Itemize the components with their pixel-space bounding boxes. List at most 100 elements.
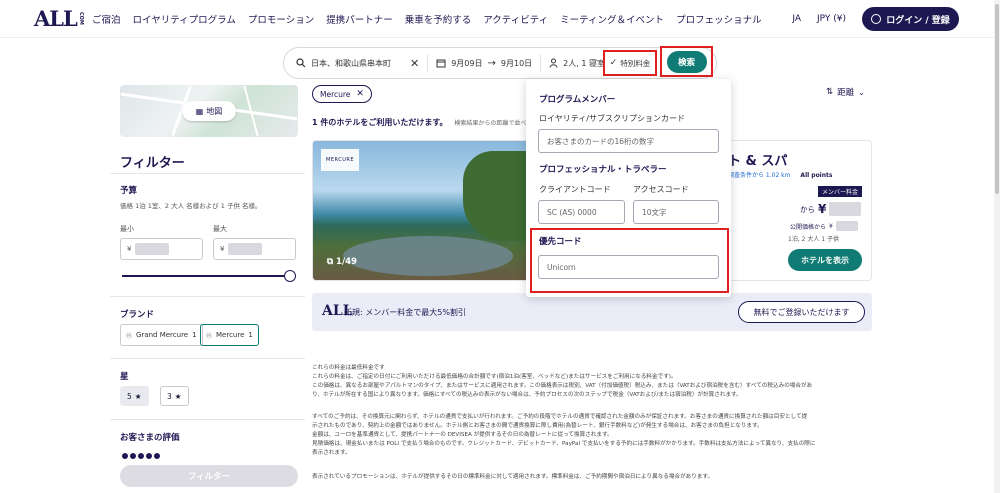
brand-chip-mercure[interactable]: Ⓜ Mercure 1 — [200, 324, 259, 346]
disclaimer-line: これらの料金は最低料金です — [312, 365, 385, 371]
brand-name: Grand Mercure — [136, 331, 189, 339]
promo-code-highlight — [530, 228, 729, 293]
all-logo[interactable]: ALL COM — [34, 6, 84, 31]
rating-dots[interactable] — [122, 453, 160, 459]
professional-traveler-title: プロフェッショナル・トラベラー — [539, 165, 667, 175]
photo-pool — [343, 236, 513, 276]
max-price-input[interactable]: ¥ — [213, 238, 296, 260]
hotel-photo[interactable]: MERCURE ⧉ 1/49 — [313, 141, 527, 280]
photo-count: 1/49 — [336, 257, 357, 267]
nav-item-activities[interactable]: アクティビティ — [483, 12, 548, 26]
map-icon: ▦ — [195, 106, 204, 116]
currency-symbol: ¥ — [127, 245, 132, 253]
search-button-highlight: 検索 — [660, 46, 713, 77]
top-navigation: ALL COM ご宿泊 ロイヤリティプログラム プロモーション 提携パートナー … — [0, 0, 994, 38]
show-hotel-button[interactable]: ホテルを表示 — [788, 249, 862, 271]
nav-item-loyalty[interactable]: ロイヤリティプログラム — [133, 12, 236, 26]
banner-text: 新規: メンバー料金で最大5%割引 — [344, 308, 466, 317]
person-icon — [549, 58, 558, 68]
all-points-label: All points — [800, 172, 833, 179]
sort-icon: ⇅ — [826, 87, 834, 97]
section-divider — [110, 296, 305, 297]
star-count: 5 — [127, 391, 132, 401]
nav-item-promotions[interactable]: プロモーション — [248, 12, 314, 26]
max-price-value — [228, 243, 263, 255]
main-nav: ご宿泊 ロイヤリティプログラム プロモーション 提携パートナー 乗車を予約する … — [92, 12, 762, 26]
brand-title: ブランド — [120, 310, 155, 320]
disclaimer-line: この価格は、異なるお部屋やアパルトマンのタイプ、またはサービスに適用されます。こ… — [312, 383, 813, 389]
star-count: 3 — [167, 391, 172, 401]
date-from: 9月09日 — [451, 58, 483, 68]
rating-title: お客さまの評価 — [120, 433, 180, 443]
hotel-name[interactable]: ト & スパ — [728, 150, 787, 169]
client-code-input[interactable]: SC (AS) 0000 — [538, 200, 625, 224]
budget-note: 価格 1泊 1室、2 大人 名様および 1 子供 名様。 — [120, 202, 262, 210]
date-field[interactable]: 9月09日 → 9月10日 — [428, 48, 540, 78]
section-divider — [110, 358, 305, 359]
loyalty-card-input[interactable]: お客さまのカードの16桁の数字 — [538, 129, 719, 153]
client-code-label: クライアントコード — [539, 185, 611, 194]
nav-item-rides[interactable]: 乗車を予約する — [405, 12, 472, 26]
section-divider — [110, 419, 305, 420]
brand-chip-grand-mercure[interactable]: Ⓜ Grand Mercure 1 — [120, 324, 203, 346]
login-button[interactable]: ログイン / 登録 — [862, 7, 959, 31]
section-divider — [110, 173, 305, 174]
client-code-placeholder: SC (AS) 0000 — [547, 207, 597, 217]
public-price-label: 公開価格から — [790, 223, 827, 231]
budget-title: 予算 — [120, 186, 138, 196]
mercure-logo: MERCURE — [321, 149, 359, 171]
member-promo-banner: ALL 新規: メンバー料金で最大5%割引 無料でご登録いただけます — [312, 293, 872, 331]
close-icon[interactable]: ✕ — [356, 89, 364, 99]
star-icon: ★ — [174, 391, 182, 401]
language-selector[interactable]: JA — [792, 14, 801, 24]
disclaimer-line: 見積価格は、現金払いまたは POLI で支払う場合のものです。クレジットカード、… — [312, 441, 816, 447]
map-button-label: 地図 — [206, 106, 223, 116]
max-label: 最大 — [213, 225, 227, 233]
scrollbar-thumb[interactable] — [995, 4, 999, 194]
access-code-input[interactable]: 10文字 — [633, 200, 719, 224]
nav-item-stay[interactable]: ご宿泊 — [92, 12, 121, 26]
page-root: ALL COM ご宿泊 ロイヤリティプログラム プロモーション 提携パートナー … — [0, 0, 1000, 493]
filter-button[interactable]: フィルター — [120, 465, 298, 487]
nav-item-professional[interactable]: プロフェッショナル — [676, 12, 762, 26]
price-prefix: から — [800, 204, 815, 214]
nav-item-partners[interactable]: 提携パートナー — [326, 12, 393, 26]
access-code-placeholder: 10文字 — [642, 207, 667, 217]
special-rate-label: 特別料金 — [620, 58, 651, 68]
destination-field[interactable]: 日本、和歌山県串本町 ✕ — [284, 48, 427, 78]
active-filter-tag[interactable]: Mercure ✕ — [312, 85, 372, 103]
brand-logo-icon: Ⓜ — [126, 332, 133, 340]
map-button[interactable]: ▦ 地図 — [182, 101, 236, 121]
special-rate-toggle[interactable]: ✓ 特別料金 — [603, 50, 657, 76]
results-sort-note: 検索結果からの距離で並べ — [454, 120, 527, 127]
currency-symbol: ¥ — [829, 222, 833, 230]
results-count: 1 件のホテルをご利用いただけます。 — [312, 118, 448, 127]
star-chip-3[interactable]: 3 ★ — [160, 386, 189, 406]
public-price-value — [835, 221, 858, 231]
search-button[interactable]: 検索 — [666, 50, 707, 73]
min-price-input[interactable]: ¥ — [120, 238, 203, 260]
disclaimer-line: これらの料金は、ご指定の日付にご利用いただける最低価格の合計額です(宿泊1泊(客… — [312, 374, 677, 380]
results-summary: 1 件のホテルをご利用いただけます。 検索結果からの距離で並べ — [312, 117, 526, 128]
price-slider-track[interactable] — [122, 275, 292, 277]
currency-symbol: ¥ — [220, 245, 225, 253]
member-price: から ¥ — [800, 202, 862, 216]
stars-title: 星 — [120, 372, 129, 382]
active-filter-label: Mercure — [320, 89, 351, 99]
clear-destination-icon[interactable]: ✕ — [410, 57, 419, 70]
price-slider-handle[interactable] — [284, 270, 296, 282]
star-chip-5[interactable]: 5 ★ — [120, 386, 149, 406]
destination-value: 日本、和歌山県串本町 — [311, 58, 391, 68]
currency-symbol: ¥ — [818, 202, 827, 216]
disclaimer-line: 金額は、ユーロを基準通貨として、提携パートナーの DEVISEA が提供するその… — [312, 432, 613, 438]
photo-counter[interactable]: ⧉ 1/49 — [327, 257, 357, 267]
disclaimer-line: 表示されているプロモーションは、ホテルが提供するその日の標準料金に対して適用され… — [312, 474, 714, 480]
program-member-title: プログラムメンバー — [539, 95, 616, 105]
nav-item-meetings[interactable]: ミーティング＆イベント — [560, 12, 664, 26]
currency-selector[interactable]: JPY (¥) — [817, 14, 846, 24]
register-free-button[interactable]: 無料でご登録いただけます — [738, 301, 865, 323]
sort-selector[interactable]: ⇅ 距離 ⌄ — [826, 86, 865, 98]
map-preview[interactable]: ▦ 地図 — [120, 85, 298, 137]
hotel-distance: 調査条件から 1.02 km — [728, 172, 791, 179]
brand-logo-icon: Ⓜ — [206, 332, 213, 340]
